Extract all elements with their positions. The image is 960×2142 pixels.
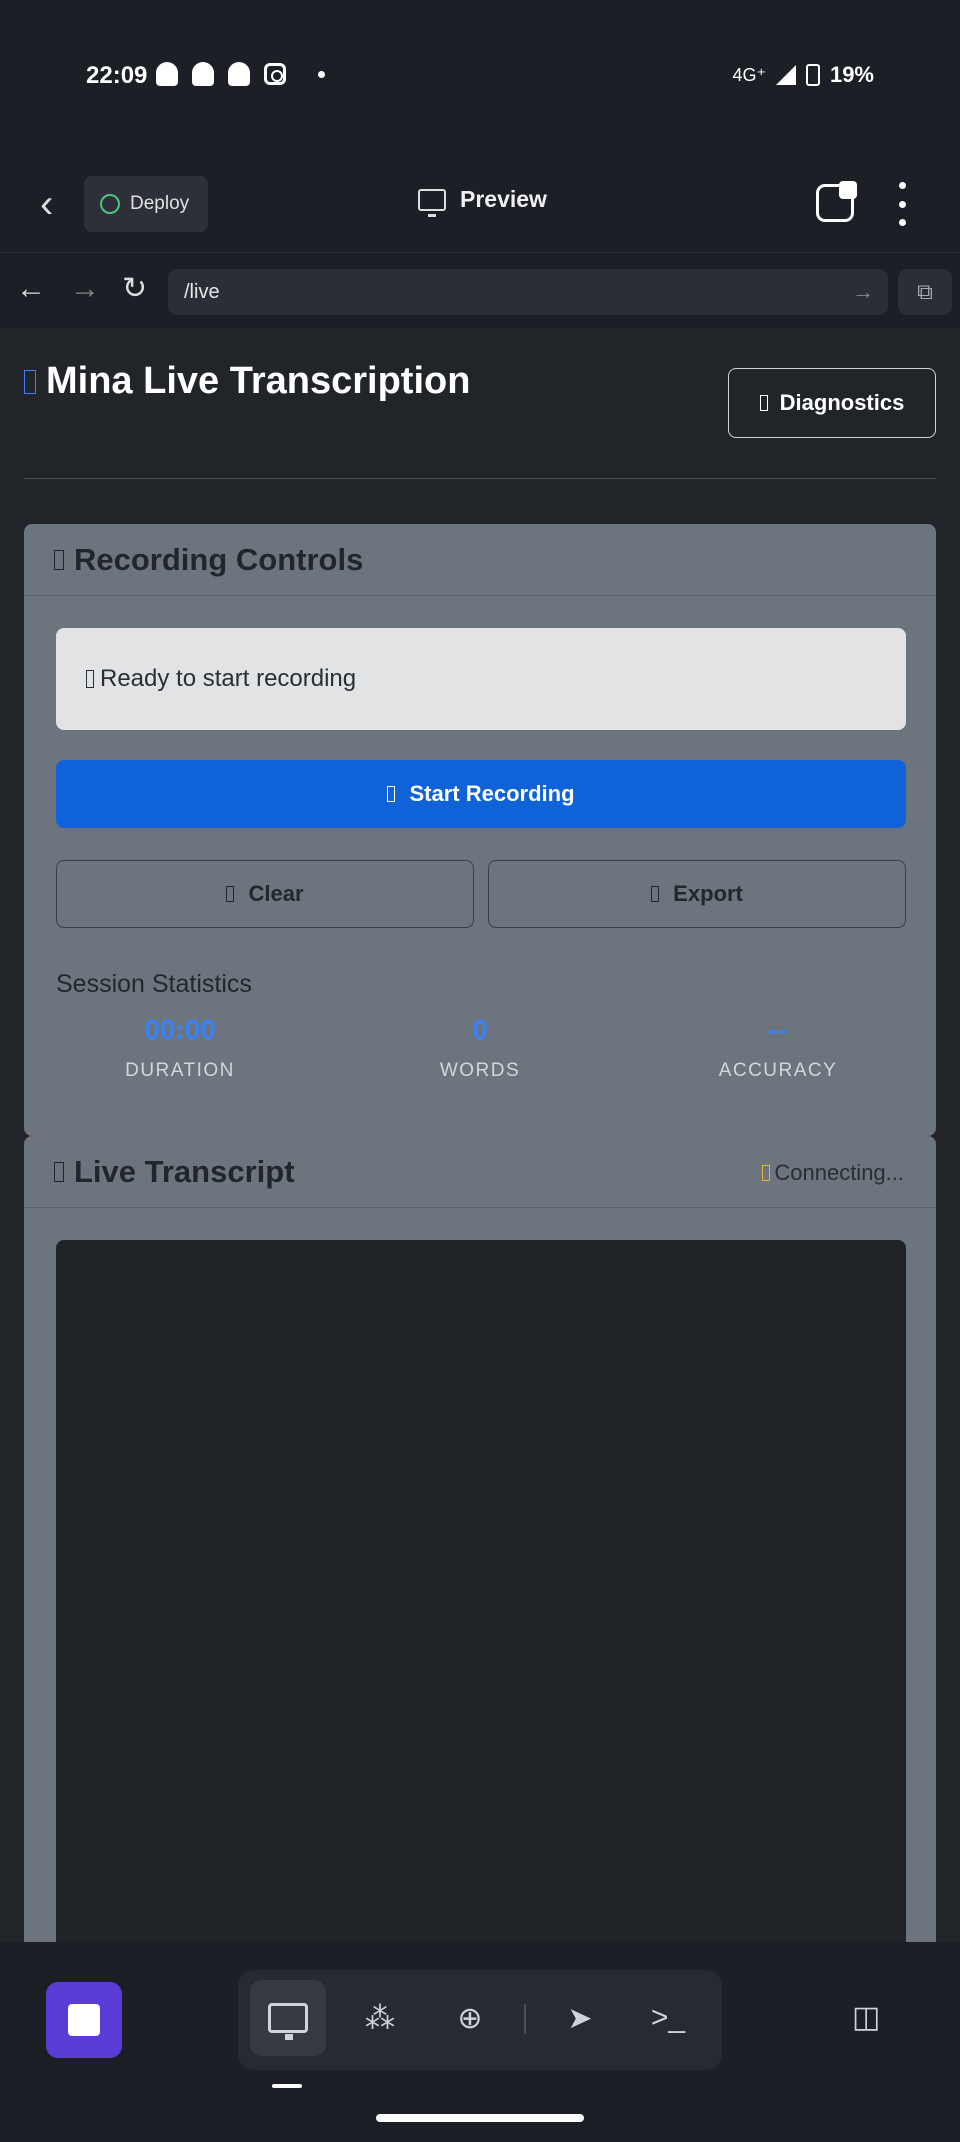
export-label: Export: [673, 881, 743, 906]
recording-status: Ready to start recording: [56, 628, 906, 730]
clear-button[interactable]: Clear: [56, 860, 474, 928]
recording-controls-card: Recording Controls Ready to start record…: [24, 524, 936, 1136]
connection-status: Connecting...: [762, 1160, 904, 1186]
agent-icon: ➤: [567, 2001, 593, 2035]
app-header: ‹ Deploy Preview: [0, 160, 960, 252]
dock-separator: [524, 2004, 526, 2034]
more-options-icon[interactable]: [895, 182, 909, 226]
nodes-icon: ⁂: [365, 2001, 395, 2035]
preview-tool-button[interactable]: [250, 1980, 326, 2056]
start-recording-button[interactable]: Start Recording: [56, 760, 906, 828]
back-chevron-icon[interactable]: ‹: [40, 184, 70, 224]
status-icon: [86, 670, 94, 688]
instagram-icon: [264, 63, 286, 85]
stat-words: 0 WORDS: [330, 1014, 630, 1082]
preview-tab[interactable]: Preview: [418, 186, 547, 217]
controls-icon: [54, 549, 64, 570]
snapchat-icon: [192, 62, 214, 86]
battery-icon: [805, 64, 820, 86]
url-input[interactable]: /live →: [168, 269, 888, 315]
clear-icon: [226, 886, 235, 902]
bottom-toolbar: ⁂ ⊕ ➤ >_ ◫: [0, 1942, 960, 2142]
stat-accuracy: -- ACCURACY: [628, 1014, 928, 1082]
shell-tool-button[interactable]: >_: [630, 1980, 706, 2056]
stat-accuracy-value: --: [768, 1014, 788, 1045]
live-transcript-card: Live Transcript Connecting...: [24, 1136, 936, 1942]
stop-icon: [68, 2004, 100, 2036]
stat-accuracy-label: ACCURACY: [718, 1060, 838, 1081]
recording-controls-title: Recording Controls: [74, 541, 364, 577]
battery-percent: 19%: [829, 62, 874, 87]
clear-label: Clear: [248, 881, 304, 906]
open-external-icon[interactable]: ⧉: [898, 269, 952, 315]
recording-status-text: Ready to start recording: [100, 665, 357, 692]
web-page: Mina Live Transcription Diagnostics Reco…: [0, 328, 960, 1942]
stat-duration-label: DURATION: [125, 1060, 235, 1081]
recording-controls-header: Recording Controls: [24, 524, 936, 596]
status-bar: 22:09 4G⁺ 19%: [0, 0, 960, 150]
active-tab-indicator: [272, 2084, 302, 2088]
notification-icons: [156, 62, 325, 86]
stat-duration-value: 00:00: [144, 1014, 216, 1045]
microphone-icon: [24, 369, 36, 394]
page-title: Mina Live Transcription: [24, 360, 470, 403]
monitor-icon: [268, 2003, 308, 2040]
system-indicators: 4G⁺ 19%: [732, 62, 874, 88]
connection-indicator-icon: [762, 1165, 771, 1181]
go-arrow-icon[interactable]: →: [852, 269, 874, 315]
deploy-globe-icon: ⊕: [457, 2001, 483, 2035]
reload-icon[interactable]: ↻: [122, 271, 147, 307]
diagnostics-label: Diagnostics: [779, 390, 905, 415]
transcript-icon: [54, 1161, 64, 1182]
snapchat-icon: [228, 62, 250, 86]
preview-label: Preview: [460, 186, 547, 212]
agent-tool-button[interactable]: ➤: [542, 1980, 618, 2056]
more-notifications-dot: [318, 70, 325, 78]
deploy-label: Deploy: [130, 193, 190, 214]
home-indicator[interactable]: [376, 2114, 584, 2122]
live-transcript-title: Live Transcript: [74, 1153, 295, 1189]
signal-icon: [775, 65, 796, 85]
forward-arrow-icon[interactable]: →: [70, 271, 100, 307]
network-type: 4G⁺: [732, 64, 766, 85]
export-icon: [651, 886, 660, 902]
deploy-tool-button[interactable]: ⊕: [432, 1980, 508, 2056]
deploy-button[interactable]: Deploy: [84, 176, 208, 232]
deploy-icon: [100, 194, 120, 214]
diagnostics-icon: [759, 395, 768, 411]
stat-words-value: 0: [472, 1014, 488, 1045]
divider: [24, 478, 936, 479]
start-recording-label: Start Recording: [409, 781, 575, 806]
tool-dock: ⁂ ⊕ ➤ >_: [238, 1970, 722, 2070]
transcript-area[interactable]: [56, 1240, 906, 1942]
workflow-tool-button[interactable]: ⁂: [342, 1980, 418, 2056]
status-time: 22:09: [86, 62, 148, 89]
stat-words-label: WORDS: [439, 1060, 521, 1081]
url-text: /live: [184, 281, 220, 303]
url-bar: ← → ↻ /live → ⧉: [0, 252, 960, 328]
back-arrow-icon[interactable]: ←: [16, 271, 46, 307]
page-title-text: Mina Live Transcription: [46, 360, 471, 402]
diagnostics-button[interactable]: Diagnostics: [728, 368, 936, 438]
monitor-icon: [418, 188, 446, 217]
side-panel-icon[interactable]: ◫: [852, 2000, 880, 2035]
tabs-icon[interactable]: [816, 181, 857, 222]
terminal-icon: >_: [650, 2001, 686, 2034]
snapchat-icon: [156, 62, 178, 86]
session-statistics-title: Session Statistics: [56, 970, 252, 998]
stat-duration: 00:00 DURATION: [30, 1014, 330, 1082]
stop-button[interactable]: [46, 1982, 122, 2058]
record-icon: [387, 786, 396, 802]
connection-status-text: Connecting...: [774, 1160, 904, 1185]
export-button[interactable]: Export: [488, 860, 906, 928]
